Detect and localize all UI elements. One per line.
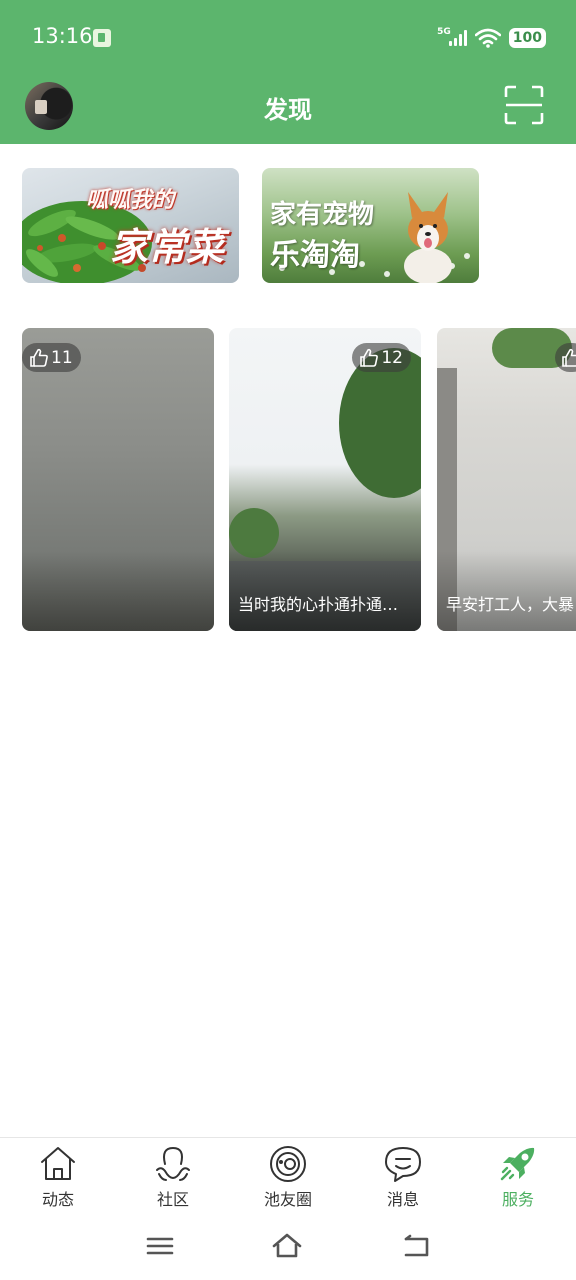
notification-badge-icon [93, 29, 111, 47]
status-time: 13:16 [32, 24, 93, 48]
banner-home-cooking[interactable]: 呱呱我的 家常菜 [22, 168, 239, 283]
video-caption: 当时我的心扑通扑通… [238, 595, 399, 614]
home-icon [41, 1147, 75, 1180]
banner-pets[interactable]: 家有宠物 乐淘淘 [262, 168, 479, 283]
message-icon [385, 1147, 421, 1182]
rocket-icon [500, 1147, 535, 1181]
circle-icon [270, 1146, 306, 1182]
tab-dynamic[interactable]: 动态 [18, 1144, 98, 1210]
banner-food-line1: 呱呱我的 [86, 188, 175, 213]
tab-messages[interactable]: 消息 [363, 1144, 443, 1210]
header-bar: 13:16 5G 100 发现 [0, 0, 576, 144]
community-icon [156, 1146, 190, 1181]
video-card[interactable]: 早安打工人，大暴 [437, 328, 576, 631]
banner-pet-line1: 家有宠物 [270, 200, 375, 230]
like-count: 12 [381, 347, 403, 368]
bottom-nav: 动态 社区 池友圈 消息 服务 [0, 1137, 576, 1213]
network-type: 5G [437, 26, 451, 37]
scan-icon[interactable] [504, 85, 544, 125]
thumbs-up-icon [30, 348, 48, 367]
banner-pet-line2: 乐淘淘 [270, 238, 360, 273]
banner-food-line2: 家常菜 [110, 225, 225, 269]
tab-label: 池友圈 [263, 1190, 312, 1209]
back-icon[interactable] [400, 1231, 432, 1261]
page-title: 发现 [264, 96, 312, 124]
video-caption: 早安打工人，大暴 [446, 595, 575, 614]
tab-friends-circle[interactable]: 池友圈 [248, 1144, 328, 1210]
signal-icon [448, 30, 467, 46]
wifi-icon [474, 28, 501, 48]
like-count: 11 [51, 347, 73, 368]
tab-label: 社区 [156, 1190, 189, 1209]
battery-indicator: 100 [508, 28, 546, 48]
video-card[interactable]: 12 当时我的心扑通扑通… [229, 328, 421, 631]
tab-label: 消息 [386, 1190, 419, 1209]
tab-community[interactable]: 社区 [133, 1144, 213, 1210]
thumbs-up-icon [360, 348, 379, 367]
like-count-badge[interactable] [555, 343, 576, 372]
status-indicators: 5G 100 [437, 26, 546, 50]
menu-icon[interactable] [144, 1231, 176, 1261]
like-count-badge[interactable]: 11 [22, 343, 81, 372]
system-nav-bar [0, 1213, 576, 1280]
thumbs-up-icon [562, 348, 576, 367]
tab-services[interactable]: 服务 [478, 1144, 558, 1210]
home-outline-icon[interactable] [271, 1231, 303, 1261]
tab-label: 动态 [41, 1190, 74, 1209]
video-card[interactable]: 11 [22, 328, 214, 631]
card-gradient [22, 551, 214, 631]
tab-label: 服务 [501, 1190, 534, 1209]
like-count-badge[interactable]: 12 [352, 343, 411, 372]
